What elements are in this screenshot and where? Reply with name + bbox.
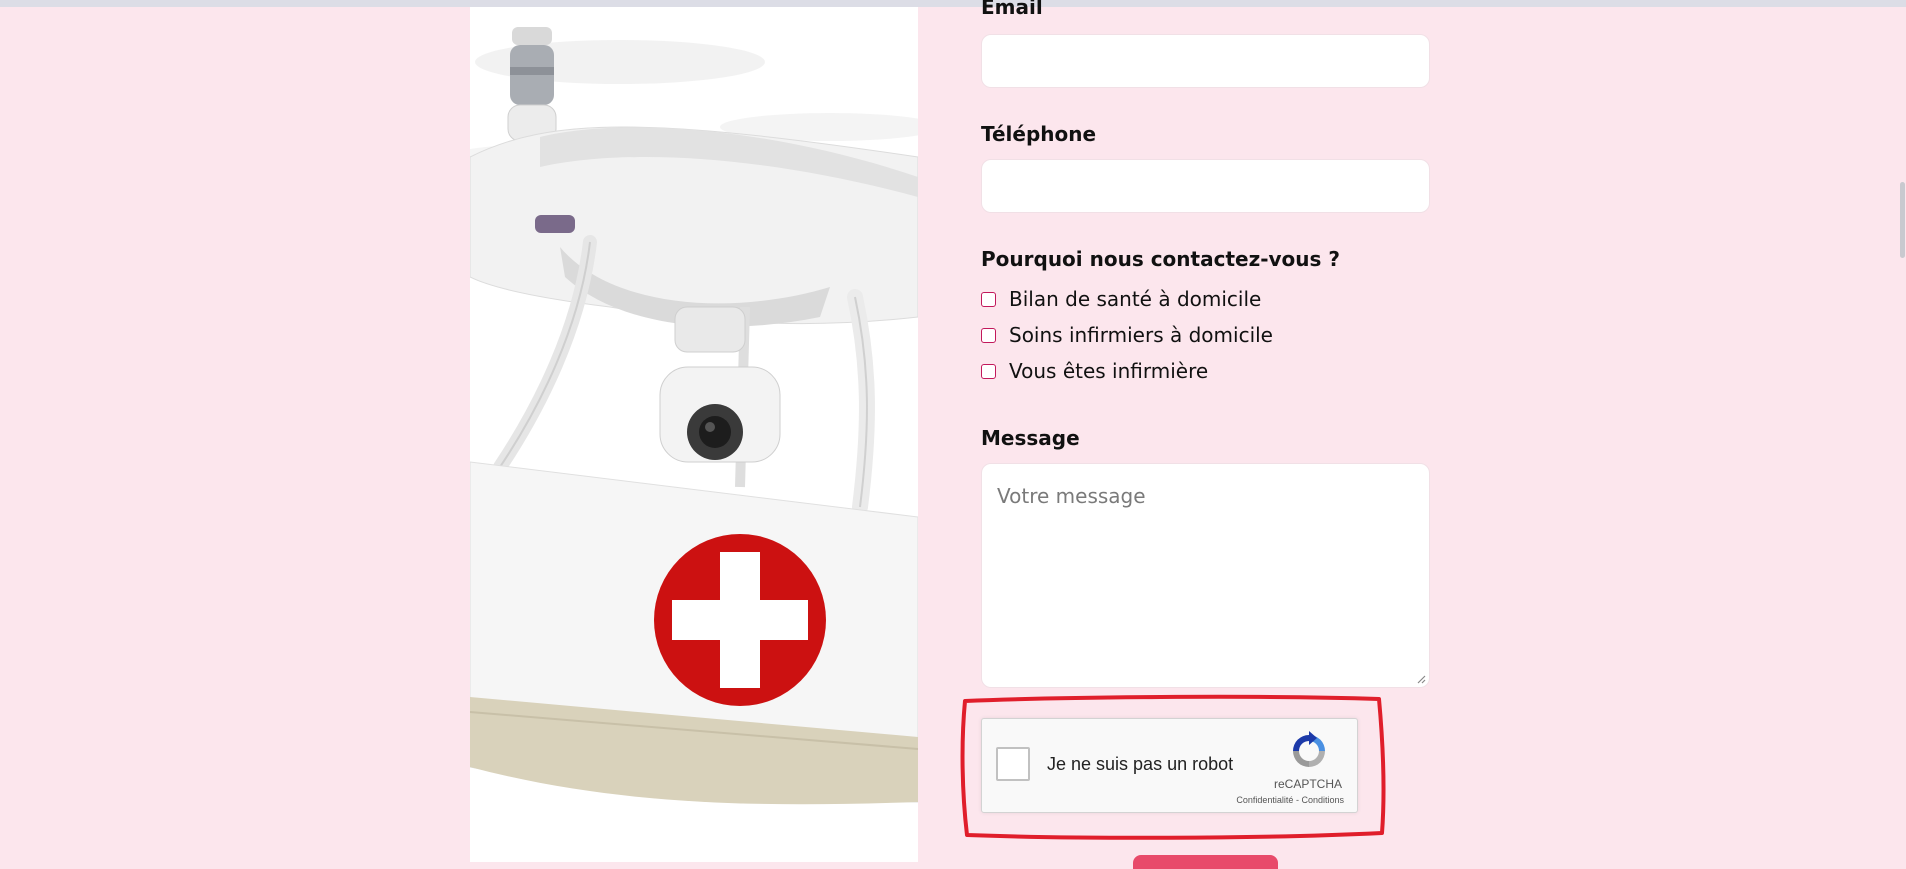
reason-option-infirmiere[interactable]: Vous êtes infirmière	[981, 359, 1208, 383]
reason-option-soins[interactable]: Soins infirmiers à domicile	[981, 323, 1273, 347]
checkbox-label: Soins infirmiers à domicile	[1009, 323, 1273, 347]
message-textarea[interactable]: Votre message	[981, 463, 1430, 688]
recaptcha-separator: -	[1295, 795, 1299, 805]
recaptcha-terms-link[interactable]: Conditions	[1301, 795, 1344, 805]
drone-medical-image	[470, 7, 918, 862]
checkbox-label: Bilan de santé à domicile	[1009, 287, 1262, 311]
browser-top-bar	[0, 0, 1906, 7]
email-label: Email	[981, 0, 1043, 19]
submit-button[interactable]	[1133, 855, 1278, 869]
recaptcha-brand: reCAPTCHA	[1273, 777, 1342, 791]
resize-grip-icon[interactable]	[1416, 674, 1426, 684]
recaptcha-logo-icon	[1293, 731, 1325, 767]
checkbox[interactable]	[981, 363, 996, 379]
recaptcha-checkbox[interactable]	[996, 747, 1030, 781]
recaptcha-widget: Je ne suis pas un robot reCAPTCHA Confid…	[981, 718, 1358, 813]
reason-option-bilan[interactable]: Bilan de santé à domicile	[981, 287, 1261, 311]
checkbox[interactable]	[981, 327, 996, 343]
checkbox[interactable]	[981, 291, 996, 307]
message-placeholder: Votre message	[997, 484, 1146, 508]
reason-label: Pourquoi nous contactez-vous ?	[981, 247, 1340, 271]
recaptcha-links: Confidentialité - Conditions	[1236, 795, 1344, 805]
email-field[interactable]	[981, 34, 1430, 88]
checkbox-label: Vous êtes infirmière	[1009, 359, 1209, 383]
phone-label: Téléphone	[981, 122, 1097, 146]
recaptcha-label: Je ne suis pas un robot	[1047, 754, 1234, 774]
phone-field[interactable]	[981, 159, 1430, 213]
message-label: Message	[981, 426, 1080, 450]
page-scrollbar[interactable]	[1900, 182, 1905, 258]
recaptcha-privacy-link[interactable]: Confidentialité	[1236, 795, 1293, 805]
